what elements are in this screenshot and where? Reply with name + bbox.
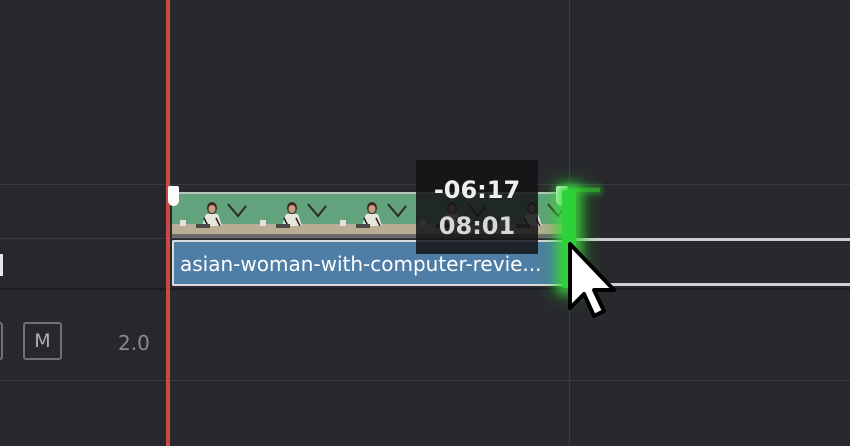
playhead[interactable] xyxy=(166,0,170,446)
video-thumbnail xyxy=(172,194,253,238)
clip-duration-timecode: 08:01 xyxy=(438,212,516,240)
audio-channel-label: 2.0 xyxy=(118,331,150,355)
clip-name-label: asian-woman-with-computer-revie... xyxy=(180,252,542,276)
mute-button[interactable]: M xyxy=(23,322,62,360)
trim-delta-timecode: -06:17 xyxy=(433,176,521,204)
track-color-marker xyxy=(0,254,3,276)
solo-button[interactable]: S xyxy=(0,322,3,360)
timeline-editor: S M 2.0 xyxy=(0,0,850,446)
clip-trim-handle-left[interactable] xyxy=(168,186,179,206)
trim-tooltip: -06:17 08:01 xyxy=(416,160,538,254)
track-divider xyxy=(0,288,850,290)
video-thumbnail xyxy=(332,194,413,238)
pointer-arrow-icon xyxy=(566,242,622,322)
track-divider xyxy=(0,380,850,381)
video-thumbnail xyxy=(252,194,333,238)
